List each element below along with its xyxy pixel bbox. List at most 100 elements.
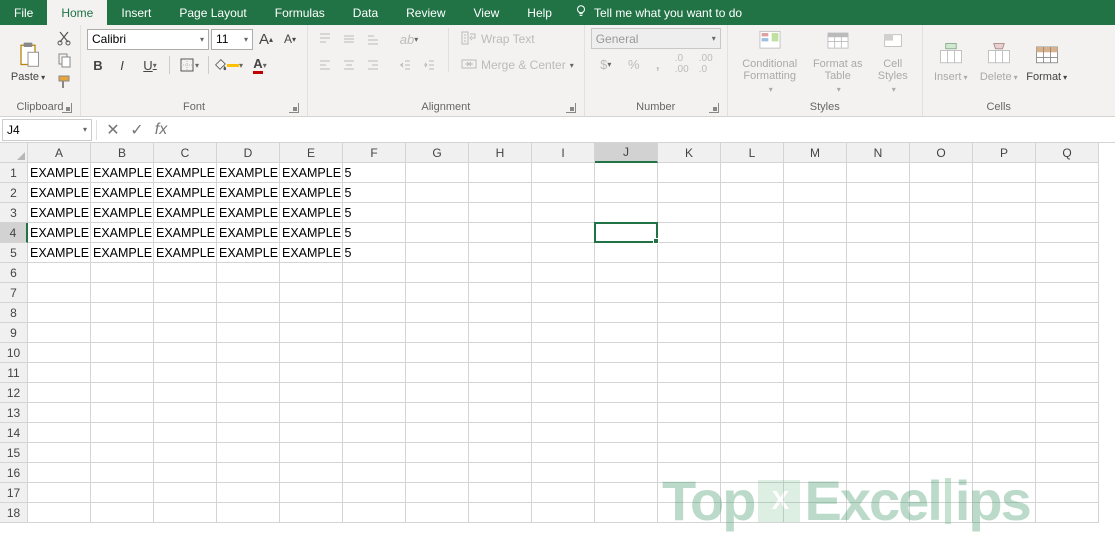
cell[interactable] [280,303,343,323]
conditional-formatting-button[interactable]: Conditional Formatting▾ [734,28,806,94]
fill-color-button[interactable]: ▾ [213,54,243,76]
cell[interactable] [847,183,910,203]
cell[interactable] [532,263,595,283]
cell[interactable]: EXAMPLE 5 [280,203,343,223]
cell[interactable] [469,223,532,243]
cell[interactable]: EXAMPLE [154,163,217,183]
cell[interactable] [343,503,406,523]
cell[interactable] [658,243,721,263]
cell[interactable] [784,243,847,263]
cell[interactable] [91,463,154,483]
cell[interactable] [28,263,91,283]
cell[interactable] [910,343,973,363]
tell-me-search[interactable]: Tell me what you want to do [574,0,742,25]
cell[interactable]: EXAMPLE [217,203,280,223]
cell[interactable] [280,483,343,503]
cell[interactable] [280,363,343,383]
cell[interactable] [28,403,91,423]
cell[interactable] [847,383,910,403]
cell[interactable] [280,443,343,463]
cell[interactable] [721,363,784,383]
cell[interactable] [595,443,658,463]
decrease-decimal-button[interactable]: .00.0 [695,53,717,75]
cell[interactable] [595,503,658,523]
cell[interactable] [154,283,217,303]
tab-data[interactable]: Data [339,0,392,25]
cell[interactable] [217,263,280,283]
cancel-formula-button[interactable]: ✕ [101,119,125,141]
cell[interactable] [1036,363,1099,383]
cell[interactable] [784,383,847,403]
cell[interactable] [973,283,1036,303]
cell[interactable] [595,323,658,343]
cell[interactable] [406,203,469,223]
cell[interactable] [847,343,910,363]
cell[interactable] [280,403,343,423]
cell[interactable] [784,443,847,463]
cell[interactable] [721,303,784,323]
cell[interactable] [532,223,595,243]
cell[interactable] [406,383,469,403]
cell[interactable] [28,303,91,323]
cell[interactable] [595,243,658,263]
currency-button[interactable]: $ ▾ [591,53,621,75]
cell[interactable] [910,503,973,523]
row-header-15[interactable]: 15 [0,443,28,463]
cell[interactable] [343,183,406,203]
cell[interactable] [973,223,1036,243]
column-header-P[interactable]: P [973,143,1036,163]
fx-button[interactable]: fx [149,119,173,141]
cell[interactable] [217,383,280,403]
row-header-5[interactable]: 5 [0,243,28,263]
cell[interactable] [406,243,469,263]
cell[interactable] [469,463,532,483]
cell[interactable] [658,263,721,283]
cell[interactable]: EXAMPLE [154,203,217,223]
cell[interactable] [28,443,91,463]
cell[interactable] [784,163,847,183]
cell[interactable] [658,443,721,463]
cell[interactable]: EXAMPLE [28,203,91,223]
percent-button[interactable]: % [623,53,645,75]
format-as-table-button[interactable]: Format as Table▾ [810,28,866,94]
cell[interactable] [217,423,280,443]
cell[interactable]: EXAMPLE [154,243,217,263]
cell[interactable] [91,383,154,403]
cell[interactable] [343,323,406,343]
cell[interactable] [28,323,91,343]
cell[interactable] [91,263,154,283]
cell[interactable] [532,203,595,223]
cell[interactable] [154,383,217,403]
cell[interactable] [910,323,973,343]
cell[interactable]: EXAMPLE 5 [280,223,343,243]
orientation-button[interactable]: ab ▾ [394,28,424,50]
cell[interactable] [784,423,847,443]
column-header-K[interactable]: K [658,143,721,163]
cell[interactable] [343,303,406,323]
row-header-18[interactable]: 18 [0,503,28,523]
row-header-7[interactable]: 7 [0,283,28,303]
cell[interactable] [973,383,1036,403]
cell[interactable] [910,163,973,183]
cell[interactable] [532,163,595,183]
cell[interactable] [91,503,154,523]
cell[interactable] [721,483,784,503]
cell[interactable] [469,303,532,323]
cell[interactable] [469,423,532,443]
cell[interactable] [343,163,406,183]
cell[interactable] [217,483,280,503]
cell[interactable] [343,243,406,263]
tab-help[interactable]: Help [513,0,566,25]
column-header-O[interactable]: O [910,143,973,163]
cell[interactable] [658,183,721,203]
row-header-3[interactable]: 3 [0,203,28,223]
cell[interactable] [784,503,847,523]
cell[interactable] [658,463,721,483]
cell[interactable] [847,163,910,183]
cell[interactable] [469,243,532,263]
cell[interactable] [721,463,784,483]
cell[interactable] [973,483,1036,503]
row-header-17[interactable]: 17 [0,483,28,503]
cell[interactable] [154,483,217,503]
cell[interactable] [721,163,784,183]
